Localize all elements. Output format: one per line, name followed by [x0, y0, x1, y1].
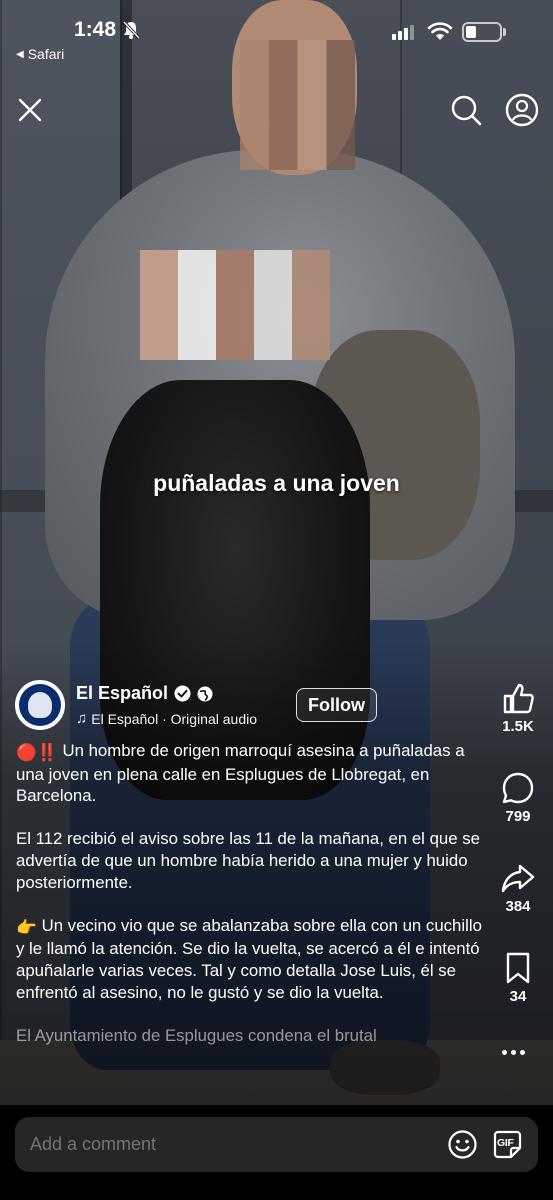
like-count: 1.5K — [502, 718, 534, 735]
more-options-icon[interactable] — [502, 1050, 525, 1055]
description-paragraph-1: 🔴‼️ Un hombre de origen marroquí asesina… — [16, 740, 484, 807]
save-count: 34 — [509, 988, 527, 1005]
description-paragraph-3: 👉 Un vecino vio que se abalanzaba sobre … — [16, 915, 484, 1003]
smiley-icon[interactable] — [447, 1129, 478, 1160]
comment-box: GIF — [15, 1117, 538, 1172]
share-count: 384 — [505, 898, 531, 915]
battery-cap — [503, 28, 506, 36]
pointing-emoji: 👉 — [16, 917, 37, 937]
lion-logo-icon — [19, 684, 61, 726]
gif-button[interactable]: GIF — [492, 1129, 523, 1160]
post-description[interactable]: 🔴‼️ Un hombre de origen marroquí asesina… — [16, 740, 484, 1068]
alert-emoji: 🔴‼️ — [16, 743, 58, 762]
author-name: El Español — [76, 683, 169, 703]
search-icon[interactable] — [448, 92, 484, 128]
profile-icon[interactable] — [504, 92, 540, 128]
verified-badge-icon — [174, 685, 191, 702]
battery-level — [466, 26, 476, 38]
author-name-row[interactable]: El Español — [76, 683, 213, 704]
description-text-3: Un vecino vio que se abalanzaba sobre el… — [16, 915, 482, 1002]
thumbs-up-icon — [503, 683, 534, 714]
audio-track-label: El Español · Original audio — [91, 710, 258, 727]
close-icon[interactable] — [12, 92, 48, 128]
status-bar: 1:48 ◀ Safari — [0, 0, 553, 70]
comment-action[interactable]: 799 — [490, 770, 546, 825]
back-to-app[interactable]: ◀ Safari — [16, 46, 64, 62]
video-caption: puñaladas a una joven — [153, 470, 400, 496]
avatar[interactable] — [15, 680, 65, 730]
like-action[interactable]: 1.5K — [490, 680, 546, 735]
comment-bubble-icon — [502, 772, 534, 804]
description-paragraph-4: El Ayuntamiento de Esplugues condena el … — [16, 1025, 377, 1045]
description-text-1: Un hombre de origen marroquí asesina a p… — [16, 741, 465, 806]
comment-input[interactable] — [30, 1134, 410, 1155]
follow-button[interactable]: Follow — [296, 688, 377, 722]
back-app-label: Safari — [27, 46, 65, 62]
status-time: 1:48 — [74, 18, 117, 41]
back-triangle-icon: ◀ — [16, 48, 24, 60]
share-arrow-icon — [501, 864, 535, 893]
description-paragraph-2: El 112 recibió el aviso sobre las 11 de … — [16, 829, 480, 892]
share-action[interactable]: 384 — [490, 860, 546, 915]
comment-bar: GIF — [0, 1105, 553, 1200]
bell-muted-icon — [122, 20, 141, 40]
battery-icon — [462, 22, 502, 42]
save-action[interactable]: 34 — [490, 950, 546, 1005]
wifi-icon — [427, 22, 453, 40]
globe-icon — [197, 686, 213, 701]
music-note-icon: ♫ — [76, 710, 88, 727]
gif-label: GIF — [497, 1137, 514, 1149]
bookmark-icon — [506, 952, 530, 984]
comment-count: 799 — [505, 808, 531, 825]
audio-track[interactable]: ♫ El Español · Original audio — [76, 710, 257, 727]
pixelated-object — [140, 250, 330, 360]
cellular-signal-icon — [392, 24, 414, 40]
